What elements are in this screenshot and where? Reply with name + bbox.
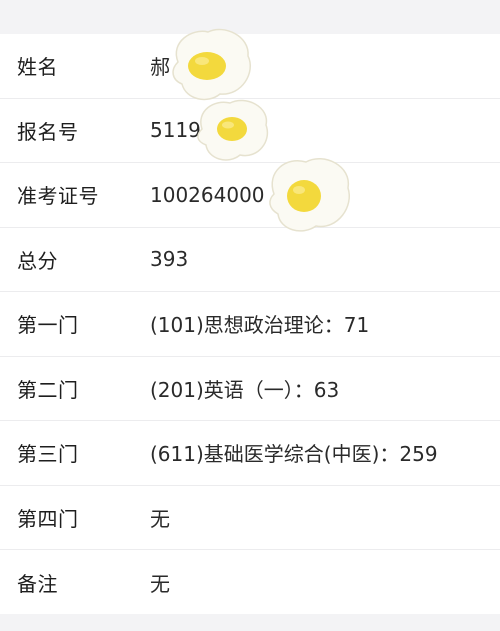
row-label: 姓名 xyxy=(17,55,58,80)
row-label: 第三门 xyxy=(17,442,79,467)
row-admission-ticket: 准考证号 100264000 xyxy=(0,163,500,228)
row-subject-1: 第一门 (101)思想政治理论：71 xyxy=(0,292,500,357)
row-value: (201)英语（一）：63 xyxy=(150,377,340,402)
row-subject-2: 第二门 (201)英语（一）：63 xyxy=(0,357,500,421)
row-value: (101)思想政治理论：71 xyxy=(150,313,370,338)
row-remarks: 备注 无 xyxy=(0,550,500,615)
row-label: 报名号 xyxy=(17,119,79,144)
row-name: 姓名 郝 xyxy=(0,34,500,99)
row-subject-4: 第四门 无 xyxy=(0,486,500,550)
row-total-score: 总分 393 xyxy=(0,228,500,292)
score-page: 姓名 郝 报名号 5119 准考证号 100264000 总分 393 第一门 … xyxy=(0,0,500,631)
row-value: 5119 xyxy=(150,118,201,143)
row-value: 无 xyxy=(150,571,170,596)
score-card: 姓名 郝 报名号 5119 准考证号 100264000 总分 393 第一门 … xyxy=(0,34,500,614)
row-value: 393 xyxy=(150,247,189,272)
row-value: 100264000 xyxy=(150,182,265,207)
row-subject-3: 第三门 (611)基础医学综合(中医)：259 xyxy=(0,421,500,486)
row-label: 准考证号 xyxy=(17,184,99,209)
row-label: 总分 xyxy=(17,248,58,273)
row-value: 无 xyxy=(150,506,170,531)
row-label: 第四门 xyxy=(17,506,79,531)
bottom-band xyxy=(0,614,500,631)
row-label: 第二门 xyxy=(17,377,79,402)
top-band xyxy=(0,0,500,34)
row-value: 郝 xyxy=(150,55,170,80)
row-label: 备注 xyxy=(17,571,58,596)
row-value: (611)基础医学综合(中医)：259 xyxy=(150,442,438,467)
row-label: 第一门 xyxy=(17,313,79,338)
row-registration-number: 报名号 5119 xyxy=(0,99,500,163)
